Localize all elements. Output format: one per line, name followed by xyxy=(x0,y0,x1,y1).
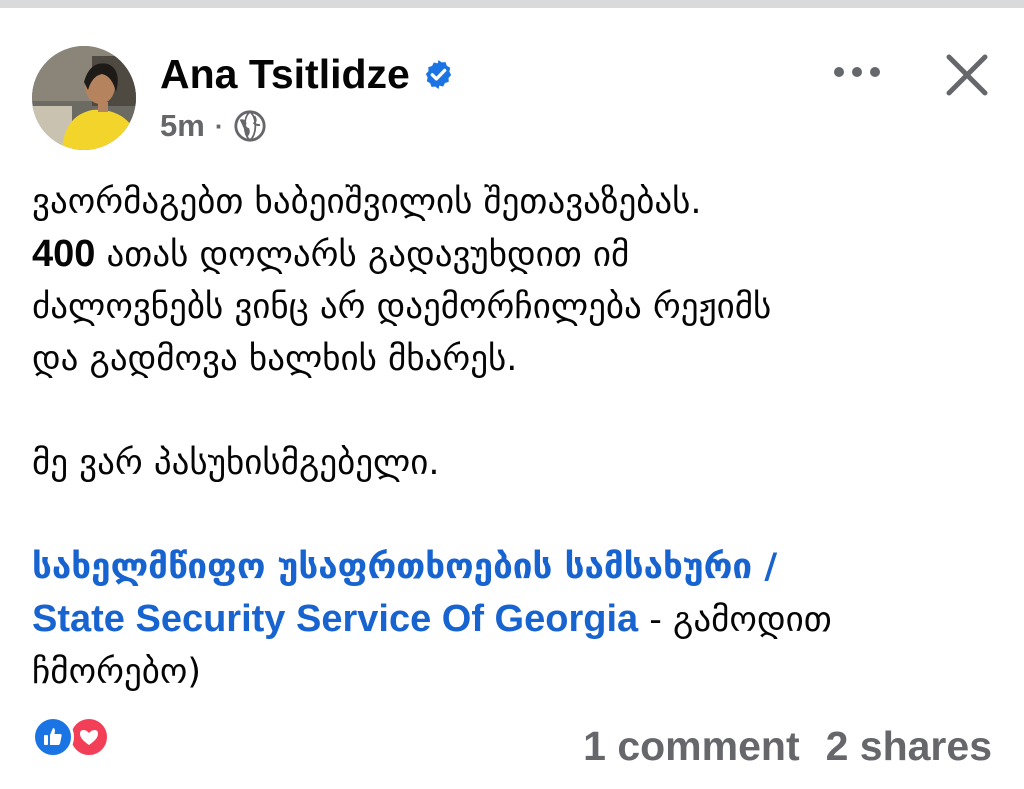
like-reaction-icon xyxy=(32,716,74,758)
post-line: ვაორმაგებთ ხაბეიშვილის შეთავაზებას. xyxy=(32,182,702,222)
post-card: Ana Tsitlidze 5m · ვაორმაგებთ ხაბეიშვილი… xyxy=(0,8,1024,789)
author-name-row: Ana Tsitlidze xyxy=(160,48,455,100)
post-time[interactable]: 5m xyxy=(160,108,205,144)
more-horizontal-icon[interactable] xyxy=(828,52,890,92)
post-line: და გადმოვა ხალხის მხარეს. xyxy=(32,339,518,379)
post-line-text: ათას დოლარს გადავუხდით იმ xyxy=(95,235,630,275)
author-name[interactable]: Ana Tsitlidze xyxy=(160,48,410,100)
share-count[interactable]: 2 shares xyxy=(826,723,992,770)
engagement-stats: 1 comment 2 shares xyxy=(583,720,992,772)
meta-separator: · xyxy=(214,110,224,141)
close-icon[interactable] xyxy=(942,50,992,100)
post-line: ჩმორებო) xyxy=(32,652,202,692)
post-line: 400 ათას დოლარს გადავუხდით იმ xyxy=(32,228,1007,281)
post-line-text: - გამოდით xyxy=(638,600,832,640)
post-line: მე ვარ პასუხისმგებელი. xyxy=(32,443,440,483)
post-text: ვაორმაგებთ ხაბეიშვილის შეთავაზებას. 400 … xyxy=(32,176,1007,698)
avatar-photo xyxy=(32,46,136,150)
verified-badge-icon xyxy=(425,59,451,89)
reaction-summary[interactable] xyxy=(32,716,122,760)
mention-line: სახელმწიფო უსაფრთხოების სამსახური / xyxy=(32,541,1007,593)
amount: 400 xyxy=(32,233,96,275)
top-divider xyxy=(0,0,1024,8)
mention-link-english[interactable]: State Security Service Of Georgia xyxy=(32,598,638,640)
globe-icon xyxy=(234,110,267,142)
love-reaction-icon xyxy=(68,716,110,758)
post-meta: 5m · xyxy=(160,106,267,146)
avatar[interactable] xyxy=(32,46,136,150)
post-line: ძალოვნებს ვინც არ დაემორჩილება რეჟიმს xyxy=(32,287,772,327)
mention-line: State Security Service Of Georgia - გამო… xyxy=(32,593,1007,646)
comment-count[interactable]: 1 comment xyxy=(583,723,799,770)
mention-link-georgian[interactable]: სახელმწიფო უსაფრთხოების სამსახური / xyxy=(32,547,777,587)
